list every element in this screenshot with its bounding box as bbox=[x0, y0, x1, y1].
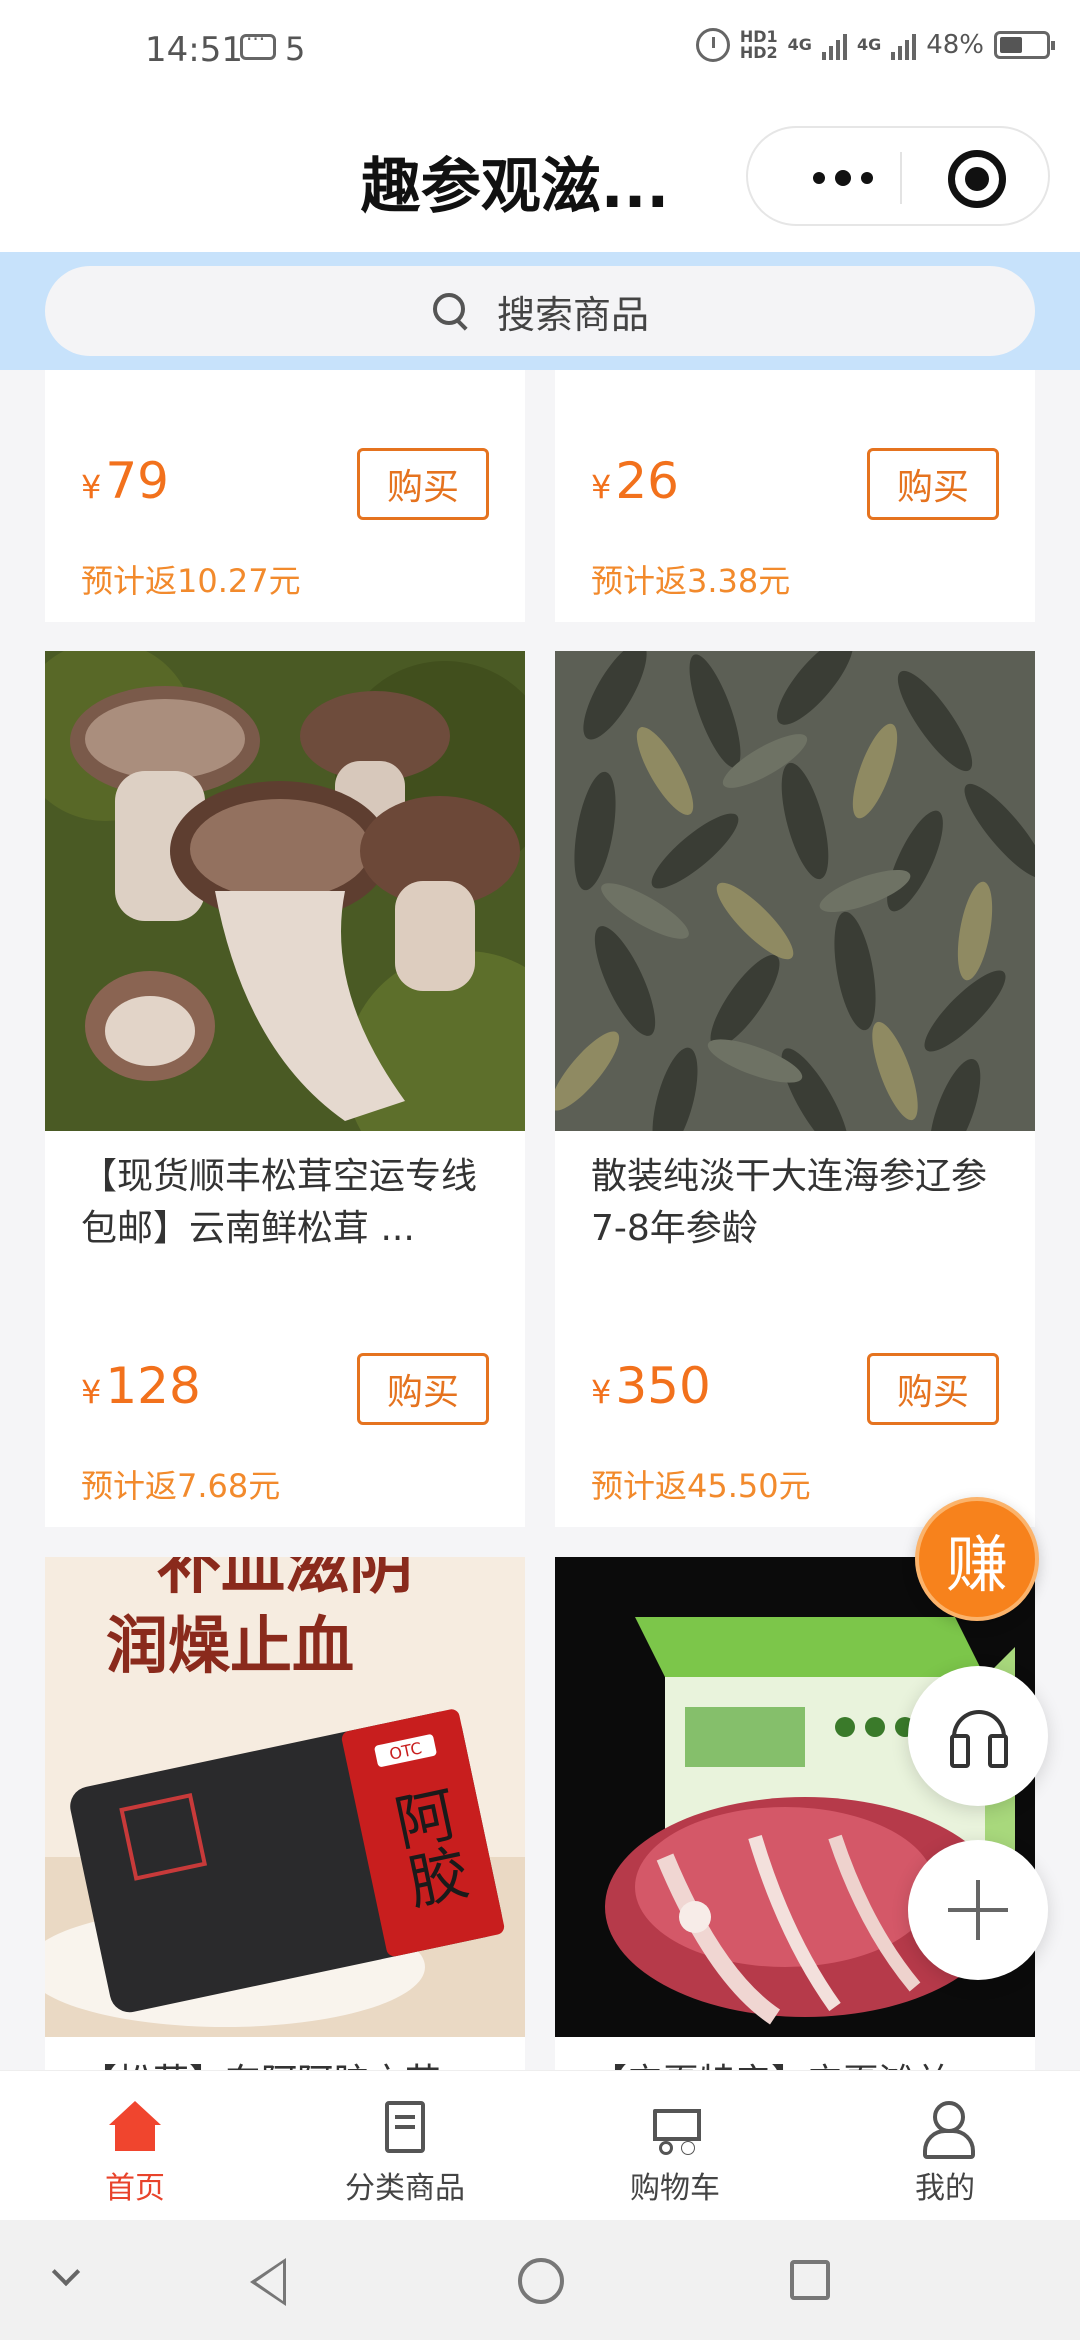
ejiao-slogan-2: 润燥止血 bbox=[106, 1609, 354, 1682]
signal-icon bbox=[891, 30, 917, 60]
tab-cart[interactable]: 购物车 bbox=[540, 2071, 810, 2221]
product-card[interactable]: 散装纯淡干大连海参辽参7-8年参龄 ¥350 购买 预计返45.50元 bbox=[555, 651, 1035, 1527]
tab-label: 首页 bbox=[105, 2171, 165, 2206]
plus-icon bbox=[948, 1880, 1008, 1940]
system-nav-bar bbox=[0, 2220, 1080, 2340]
category-icon bbox=[385, 2101, 425, 2153]
product-card[interactable]: 补血滋阴 润燥止血 阿胶 OTC 【松茸】东阿阿胶亦艺 bbox=[45, 1557, 525, 2070]
product-price: ¥350 bbox=[591, 1357, 711, 1415]
search-input[interactable]: 搜索商品 bbox=[45, 266, 1035, 356]
add-button[interactable] bbox=[908, 1840, 1048, 1980]
product-rebate: 预计返45.50元 bbox=[591, 1467, 811, 1505]
customer-service-button[interactable] bbox=[908, 1666, 1048, 1806]
battery-icon bbox=[994, 31, 1055, 59]
product-list[interactable]: ¥79 购买 预计返10.27元 ¥26 购买 预计返3.38元 【现货顺丰松茸… bbox=[0, 370, 1080, 2070]
product-image-matsutake bbox=[45, 651, 525, 1131]
title-bar: 趣参观滋... bbox=[0, 100, 1080, 252]
product-card[interactable]: ¥26 购买 预计返3.38元 bbox=[555, 370, 1035, 622]
message-icon bbox=[240, 27, 276, 60]
notification-count: 5 bbox=[285, 30, 306, 68]
buy-button[interactable]: 购买 bbox=[357, 1353, 489, 1425]
earn-button[interactable]: 赚 bbox=[915, 1497, 1039, 1621]
bottom-tab-bar: 首页 分类商品 购物车 我的 bbox=[0, 2070, 1080, 2220]
product-image-ejiao: 补血滋阴 润燥止血 阿胶 OTC bbox=[45, 1557, 525, 2037]
tab-label: 分类商品 bbox=[345, 2171, 465, 2206]
product-card[interactable]: ¥79 购买 预计返10.27元 bbox=[45, 370, 525, 622]
search-icon bbox=[431, 291, 471, 331]
headset-icon bbox=[950, 1710, 1008, 1768]
hd-indicator: HD1 HD2 bbox=[739, 27, 778, 62]
signal-icon bbox=[821, 30, 847, 60]
tab-label: 我的 bbox=[915, 2171, 975, 2206]
recent-apps-icon[interactable] bbox=[790, 2260, 830, 2300]
hide-nav-icon[interactable] bbox=[51, 2257, 81, 2287]
product-name: 【松茸】东阿阿胶亦艺 bbox=[81, 2057, 501, 2070]
tab-label: 购物车 bbox=[630, 2171, 720, 2206]
product-image-sea-cucumber bbox=[555, 651, 1035, 1131]
back-icon[interactable] bbox=[250, 2258, 286, 2306]
home-circle-icon[interactable] bbox=[518, 2258, 564, 2304]
battery-percent: 48% bbox=[926, 30, 984, 60]
mini-program-capsule bbox=[746, 126, 1050, 226]
status-time: 14:51 bbox=[145, 30, 243, 70]
buy-button[interactable]: 购买 bbox=[357, 448, 489, 520]
product-card[interactable]: 【现货顺丰松茸空运专线包邮】云南鲜松茸 ... ¥128 购买 预计返7.68元 bbox=[45, 651, 525, 1527]
product-price: ¥79 bbox=[81, 452, 169, 510]
product-rebate: 预计返3.38元 bbox=[591, 562, 791, 600]
cart-icon bbox=[647, 2101, 703, 2155]
tab-profile[interactable]: 我的 bbox=[810, 2071, 1080, 2221]
buy-button[interactable]: 购买 bbox=[867, 448, 999, 520]
tab-category[interactable]: 分类商品 bbox=[270, 2071, 540, 2221]
home-icon bbox=[107, 2101, 163, 2153]
alarm-icon bbox=[695, 28, 730, 62]
product-card[interactable]: 【宁夏特产】宁夏滩羊 bbox=[555, 1557, 1035, 2070]
product-name: 散装纯淡干大连海参辽参7-8年参龄 bbox=[591, 1156, 988, 1249]
status-icons: HD1 HD2 4G 4G 48% bbox=[695, 27, 1055, 62]
profile-icon bbox=[917, 2101, 975, 2159]
search-placeholder: 搜索商品 bbox=[496, 292, 649, 337]
network-gen-1: 4G bbox=[787, 35, 812, 54]
buy-button[interactable]: 购买 bbox=[867, 1353, 999, 1425]
product-price: ¥128 bbox=[81, 1357, 201, 1415]
product-name: 【宁夏特产】宁夏滩羊 bbox=[591, 2057, 1011, 2070]
close-target-button[interactable] bbox=[948, 150, 1006, 208]
product-rebate: 预计返7.68元 bbox=[81, 1467, 281, 1505]
product-name: 【现货顺丰松茸空运专线包邮】云南鲜松茸 ... bbox=[81, 1156, 478, 1249]
product-price: ¥26 bbox=[591, 452, 679, 510]
more-menu-button[interactable] bbox=[788, 128, 898, 228]
tab-home[interactable]: 首页 bbox=[0, 2071, 270, 2221]
product-rebate: 预计返10.27元 bbox=[81, 562, 301, 600]
network-gen-2: 4G bbox=[856, 35, 882, 54]
status-bar: 14:51 5 HD1HD2 4G 4G 48% bbox=[0, 0, 1080, 100]
capsule-divider bbox=[900, 152, 902, 204]
ejiao-slogan-1: 补血滋阴 bbox=[157, 1557, 413, 1603]
search-band: 搜索商品 bbox=[0, 252, 1080, 370]
